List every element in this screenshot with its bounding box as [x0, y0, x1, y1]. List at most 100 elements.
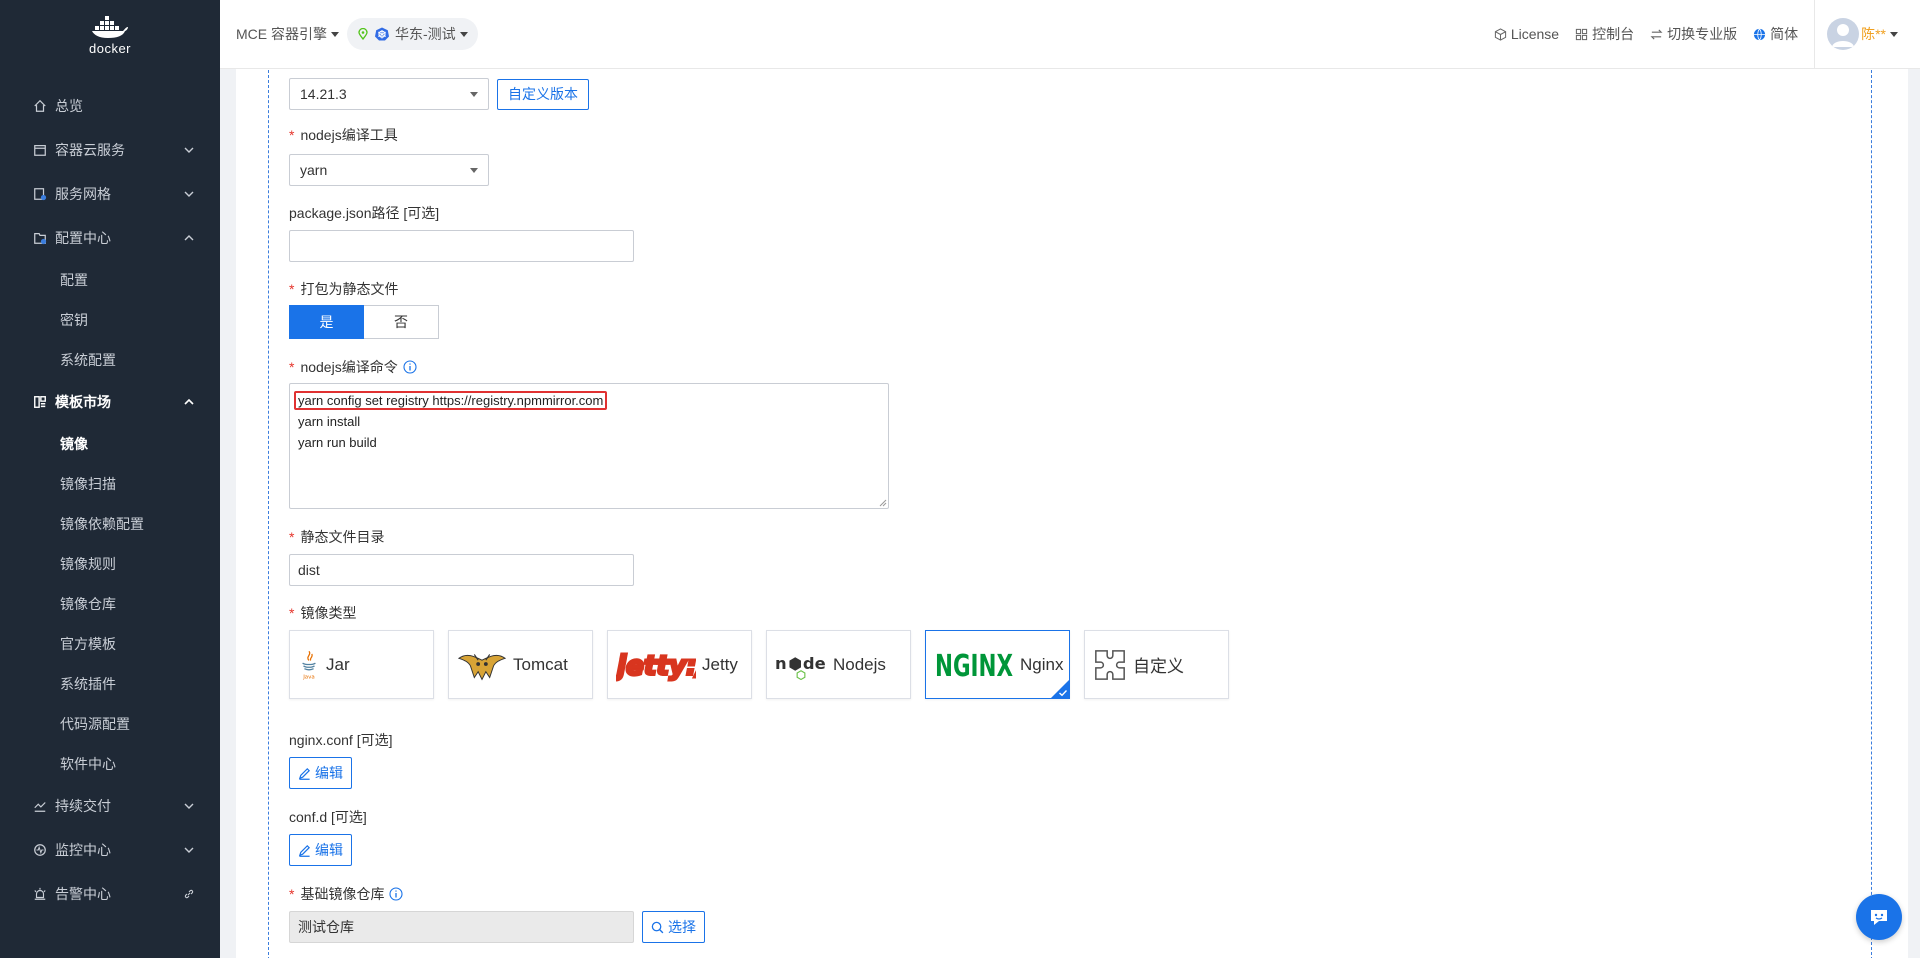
image-type-label: 自定义	[1133, 657, 1184, 676]
image-type-label: Nginx	[1020, 654, 1064, 674]
info-icon[interactable]	[403, 360, 417, 374]
build-tool-select[interactable]: yarn	[289, 154, 489, 186]
sidebar-subitem-image-repo[interactable]: 镜像仓库	[0, 584, 220, 624]
user-avatar-icon	[1832, 24, 1855, 47]
caret-down-icon	[470, 167, 478, 173]
user-name: 陈**	[1861, 26, 1886, 42]
chevron-down-icon	[184, 147, 194, 153]
confd-row: 编辑	[289, 834, 352, 866]
build-cmd-textarea[interactable]: yarn config set registry https://registr…	[289, 383, 889, 509]
static-dir-input[interactable]: dist	[289, 554, 634, 586]
base-repo-input: 测试仓库	[289, 911, 634, 943]
base-repo-row: 测试仓库 选择	[289, 911, 705, 943]
box-icon	[32, 143, 47, 158]
sidebar-subitem-system-plugins[interactable]: 系统插件	[0, 664, 220, 704]
sidebar-subitem-image-scan[interactable]: 镜像扫描	[0, 464, 220, 504]
selected-check-icon	[1051, 680, 1069, 698]
sidebar-item-label: 服务网格	[55, 186, 111, 202]
delivery-icon	[32, 799, 47, 814]
sidebar-nav: 总览 容器云服务 服务网格 配置中心 配置 密钥 系统配置 模板市场 镜像 镜像…	[0, 84, 220, 916]
stage-container	[268, 69, 1872, 958]
package-json-row	[289, 230, 634, 262]
custom-version-button[interactable]: 自定义版本	[497, 78, 589, 110]
image-type-field: * 镜像类型	[289, 603, 356, 623]
package-json-input[interactable]	[289, 230, 634, 262]
license-link[interactable]: License	[1494, 26, 1559, 42]
highlighted-command: yarn config set registry https://registr…	[294, 391, 608, 410]
node-version-value: 14.21.3	[300, 86, 347, 102]
static-pack-yes[interactable]: 是	[289, 305, 364, 339]
edit-label: 编辑	[315, 765, 343, 781]
image-type-custom[interactable]: 自定义	[1084, 630, 1229, 699]
image-type-label: Tomcat	[513, 654, 568, 674]
static-pack-no[interactable]: 否	[364, 305, 439, 339]
sidebar-item-service-mesh[interactable]: 服务网格	[0, 172, 220, 216]
base-repo-field: * 基础镜像仓库	[289, 884, 404, 904]
sidebar-subitem-image[interactable]: 镜像	[0, 424, 220, 464]
nginx-conf-edit-button[interactable]: 编辑	[289, 757, 352, 789]
sidebar-item-label: 监控中心	[55, 842, 111, 858]
image-type-nodejs[interactable]: n de Nodejs	[766, 630, 911, 699]
required-mark: *	[289, 281, 295, 297]
sidebar-subitem-image-rules[interactable]: 镜像规则	[0, 544, 220, 584]
config-icon	[32, 231, 47, 246]
image-type-jetty[interactable]: jetty://jetty:// Jetty	[607, 630, 752, 699]
docker-whale-icon	[92, 15, 128, 38]
kubernetes-icon	[375, 27, 389, 41]
sidebar-item-container-cloud[interactable]: 容器云服务	[0, 128, 220, 172]
static-pack-field: * 打包为静态文件	[289, 279, 398, 299]
image-type-jar[interactable]: Java Jar	[289, 630, 434, 699]
sidebar-subitem-secret[interactable]: 密钥	[0, 300, 220, 340]
confd-field: conf.d [可选]	[289, 807, 367, 827]
image-type-tomcat[interactable]: Tomcat	[448, 630, 593, 699]
static-pack-toggle: 是 否	[289, 305, 439, 339]
sidebar-item-config-center[interactable]: 配置中心	[0, 216, 220, 260]
sidebar-subitem-system-config[interactable]: 系统配置	[0, 340, 220, 380]
chevron-down-icon	[184, 191, 194, 197]
caret-down-icon	[459, 31, 468, 37]
nginx-conf-field: nginx.conf [可选]	[289, 730, 393, 750]
product-label: MCE 容器引擎	[236, 26, 327, 42]
sidebar-item-monitor-center[interactable]: 监控中心	[0, 828, 220, 872]
switch-pro-link[interactable]: 切换专业版	[1650, 24, 1737, 44]
required-mark: *	[289, 359, 295, 375]
alarm-icon	[32, 887, 47, 902]
info-icon[interactable]	[389, 887, 404, 901]
language-selector[interactable]: 简体	[1753, 24, 1798, 44]
image-type-nginx[interactable]: NGINX Nginx	[925, 630, 1070, 699]
sidebar-item-overview[interactable]: 总览	[0, 84, 220, 128]
resize-handle-icon[interactable]	[878, 498, 887, 507]
docker-logo[interactable]: docker	[0, 0, 220, 70]
product-selector[interactable]: MCE 容器引擎	[236, 24, 339, 44]
console-link[interactable]: 控制台	[1575, 24, 1634, 44]
console-label: 控制台	[1592, 26, 1635, 42]
sidebar-subitem-config[interactable]: 配置	[0, 260, 220, 300]
sidebar-subitem-official-templates[interactable]: 官方模板	[0, 624, 220, 664]
sidebar-item-template-market[interactable]: 模板市场	[0, 380, 220, 424]
sidebar-item-alarm-center[interactable]: 告警中心	[0, 872, 220, 916]
svg-text:NGINX: NGINX	[935, 649, 1013, 682]
node-version-row: 14.21.3 自定义版本	[289, 78, 589, 110]
region-label: 华东-测试	[395, 26, 456, 42]
link-icon	[184, 889, 194, 899]
build-tool-row: yarn	[289, 154, 489, 186]
globe-icon	[1754, 28, 1766, 41]
region-selector[interactable]: 华东-测试	[347, 18, 478, 50]
static-dir-label: 静态文件目录	[300, 529, 385, 545]
node-version-select[interactable]: 14.21.3	[289, 78, 489, 110]
chevron-down-icon	[184, 847, 194, 853]
edit-icon	[298, 767, 310, 780]
select-label: 选择	[668, 919, 696, 935]
sidebar-subitem-code-source[interactable]: 代码源配置	[0, 704, 220, 744]
base-repo-select-button[interactable]: 选择	[642, 911, 705, 943]
static-pack-label: 打包为静态文件	[300, 281, 399, 297]
sidebar-subitem-software-center[interactable]: 软件中心	[0, 744, 220, 784]
confd-edit-button[interactable]: 编辑	[289, 834, 352, 866]
sidebar-item-continuous-delivery[interactable]: 持续交付	[0, 784, 220, 828]
chat-support-button[interactable]	[1856, 894, 1902, 940]
logo-text: docker	[88, 40, 132, 56]
image-type-label: Jetty	[702, 654, 738, 674]
search-icon	[651, 921, 664, 933]
user-menu[interactable]: 陈**	[1814, 0, 1920, 68]
sidebar-subitem-image-deps[interactable]: 镜像依赖配置	[0, 504, 220, 544]
